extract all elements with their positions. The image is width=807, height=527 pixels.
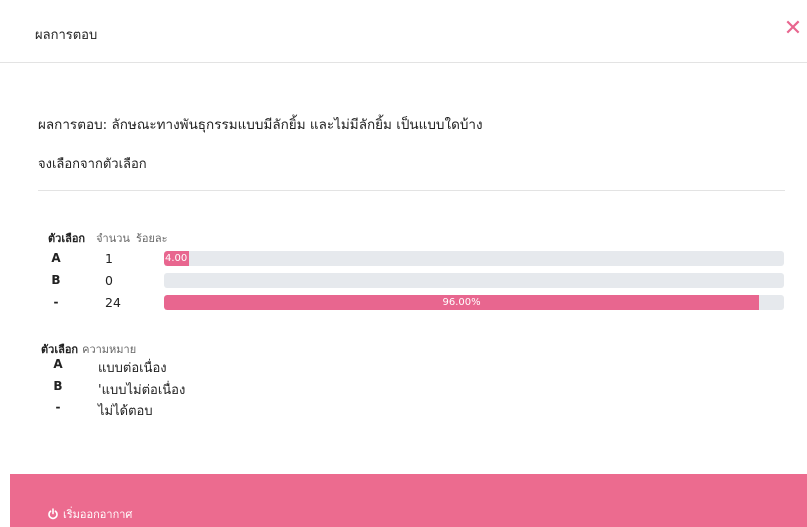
stats-option: B [51,273,61,287]
progress-track: 4.00 [164,251,784,266]
stats-count: 0 [105,273,113,288]
stats-option: - [53,295,59,309]
question-text: ผลการตอบ: ลักษณะทางพันธุกรรมแบบมีลักยิ้ม… [38,117,483,133]
stats-row: - 24 96.00% [0,294,807,311]
legend-meaning: 'แบบไม่ต่อเนื่อง [98,383,186,398]
stats-count: 24 [105,295,121,310]
stats-row: A 1 4.00 [0,250,807,267]
stats-header: ตัวเลือก จำนวน ร้อยละ [48,229,168,247]
progress-label: 96.00% [442,297,481,308]
question-instruction: จงเลือกจากตัวเลือก [38,157,147,172]
power-icon [48,508,58,520]
close-icon[interactable]: ✕ [782,17,804,41]
progress-label: 4.00 [165,253,188,264]
legend-row: - ไม่ได้ตอบ [0,400,400,419]
progress-track: 96.00% [164,295,784,310]
legend-meaning: แบบต่อเนื่อง [98,361,167,376]
legend-header: ตัวเลือก ความหมาย [41,340,136,358]
progress-track [164,273,784,288]
start-broadcast-label: เริ่มออกอากาศ [63,508,133,521]
legend-header-option: ตัวเลือก [41,343,79,356]
stats-option: A [51,251,61,265]
divider [38,190,785,191]
stats-row: B 0 [0,272,807,289]
legend-option: - [55,400,61,414]
stats-header-percent: ร้อยละ [135,232,168,245]
legend-meaning: ไม่ได้ตอบ [98,404,153,419]
dialog-title: ผลการตอบ [35,28,98,43]
dialog-footer: เริ่มออกอากาศ [10,474,807,527]
stats-header-option: ตัวเลือก [48,232,86,245]
legend-header-meaning: ความหมาย [82,343,137,356]
legend-option: A [53,357,63,371]
legend-row: B 'แบบไม่ต่อเนื่อง [0,379,400,398]
start-broadcast-button[interactable]: เริ่มออกอากาศ [47,505,132,523]
dialog-header: ผลการตอบ ✕ [0,0,807,63]
stats-header-count: จำนวน [96,232,130,245]
legend-row: A แบบต่อเนื่อง [0,357,400,376]
legend-option: B [53,379,63,393]
stats-count: 1 [105,251,113,266]
